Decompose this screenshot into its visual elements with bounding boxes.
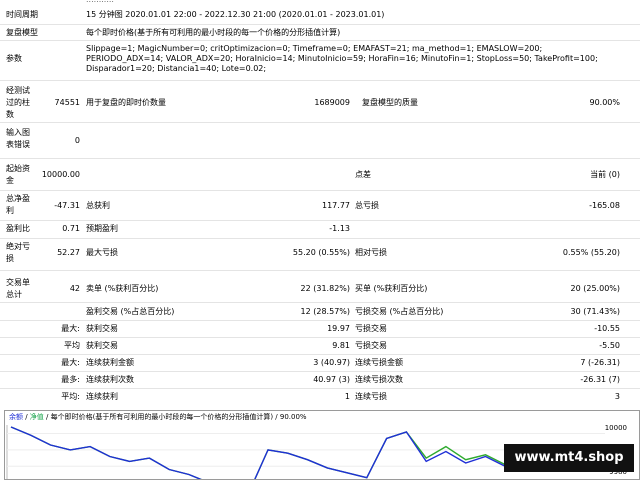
short-trades-label: 卖单 (%获利百分比) (86, 284, 159, 293)
long-trades-label: 买单 (%获利百分比) (355, 284, 428, 293)
drawdown-label-2: 损 (6, 254, 14, 263)
errors-label-1: 输入图 (6, 128, 30, 137)
gross-loss-label: 总亏损 (355, 201, 379, 210)
params-line-3: Disparador1=20; Distancia1=40; Lote=0.02… (86, 64, 267, 73)
stats-left-label: 获利交易 (86, 324, 118, 333)
quality-label: 复盘模型的质量 (362, 98, 418, 107)
rel-drawdown-label: 相对亏损 (355, 248, 387, 257)
net-profit-label-2: 利 (6, 206, 14, 215)
factor-value: 0.71 (62, 224, 80, 233)
spread-value: 当前 (0) (590, 170, 620, 179)
gross-profit-label: 总获利 (86, 201, 110, 210)
stats-left-label: 获利交易 (86, 341, 118, 350)
drawdown-value: 52.27 (57, 248, 80, 257)
ticks-value: 1689009 (314, 98, 350, 107)
stats-left-label: 连续获利金额 (86, 358, 134, 367)
period-label: 时间周期 (6, 10, 38, 19)
params-label: 参数 (6, 54, 22, 63)
stats-left-value: 19.97 (327, 324, 350, 333)
trades-label-2: 总计 (6, 290, 22, 299)
short-trades-value: 22 (31.82%) (300, 284, 350, 293)
stats-right-label: 亏损交易 (355, 341, 387, 350)
model-value: 每个即时价格(基于所有可利用的最小时段的每一个价格的分形插值计算) (86, 28, 341, 37)
header-cut-text: ........... (86, 0, 114, 5)
stats-left-value: 1 (344, 392, 350, 401)
stats-left-value: 9.81 (332, 341, 350, 350)
stats-right-label: 连续亏损金额 (355, 358, 403, 367)
stats-left-value: 3 (40.97) (313, 358, 350, 367)
max-drawdown-value: 55.20 (0.55%) (292, 248, 350, 257)
gross-loss-value: -165.08 (589, 201, 620, 210)
stats-right-value: -5.50 (599, 341, 620, 350)
stats-right-value: 7 (-26.31) (580, 358, 620, 367)
bars-label-2: 过的柱 (6, 98, 30, 107)
bars-value: 74551 (54, 98, 80, 107)
gross-profit-value: 117.77 (322, 201, 350, 210)
loss-trades-value: 30 (71.43%) (570, 307, 620, 316)
stats-right-value: -10.55 (594, 324, 620, 333)
trades-label-1: 交易单 (6, 278, 30, 287)
trades-value: 42 (69, 284, 80, 293)
net-profit-label-1: 总净盈 (6, 194, 30, 203)
stats-right-value: 3 (614, 392, 620, 401)
factor-label: 盈利比 (6, 224, 30, 233)
long-trades-value: 20 (25.00%) (570, 284, 620, 293)
quality-value: 90.00% (589, 98, 620, 107)
model-label: 复盘模型 (6, 28, 38, 37)
stats-right-label: 连续亏损 (355, 392, 387, 401)
deposit-label-1: 起始资 (6, 164, 30, 173)
errors-label-2: 表错误 (6, 140, 30, 149)
expected-value: -1.13 (329, 224, 350, 233)
y-label-10000: 10000 (604, 424, 627, 432)
period-value: 15 分钟图 2020.01.01 22:00 - 2022.12.30 21:… (86, 10, 385, 19)
stats-right-value: -26.31 (7) (580, 375, 620, 384)
stats-prefix: 平均 (64, 341, 80, 350)
watermark-badge: www.mt4.shop (504, 444, 634, 472)
params-line-2: PERIODO_ADX=14; VALOR_ADX=20; HoraInicio… (86, 54, 598, 63)
balance-line (10, 426, 526, 479)
max-drawdown-label: 最大亏损 (86, 248, 118, 257)
loss-trades-label: 亏损交易 (%占总百分比) (355, 307, 444, 316)
params-line-1: Slippage=1; MagicNumber=0; critOptimizac… (86, 44, 543, 53)
ticks-label: 用于复盘的即时价数量 (86, 98, 166, 107)
stats-left-value: 40.97 (3) (313, 375, 350, 384)
stats-prefix: 最大: (61, 324, 80, 333)
deposit-value: 10000.00 (41, 170, 80, 179)
stats-left-label: 连续获利次数 (86, 375, 134, 384)
deposit-label-2: 金 (6, 176, 14, 185)
spread-label: 点差 (355, 170, 371, 179)
bars-label-3: 数 (6, 110, 14, 119)
stats-prefix: 最多: (61, 375, 80, 384)
errors-value: 0 (74, 136, 80, 145)
profit-trades-value: 12 (28.57%) (300, 307, 350, 316)
stats-right-label: 亏损交易 (355, 324, 387, 333)
drawdown-label-1: 绝对亏 (6, 242, 30, 251)
stats-prefix: 最大: (61, 358, 80, 367)
net-profit-value: -47.31 (54, 201, 80, 210)
rel-drawdown-value: 0.55% (55.20) (562, 248, 620, 257)
bars-label-1: 经测试 (6, 86, 30, 95)
profit-trades-label: 盈利交易 (%占总百分比) (86, 307, 175, 316)
stats-left-label: 连续获利 (86, 392, 118, 401)
stats-right-label: 连续亏损次数 (355, 375, 403, 384)
stats-prefix: 平均: (61, 392, 80, 401)
expected-label: 预期盈利 (86, 224, 118, 233)
